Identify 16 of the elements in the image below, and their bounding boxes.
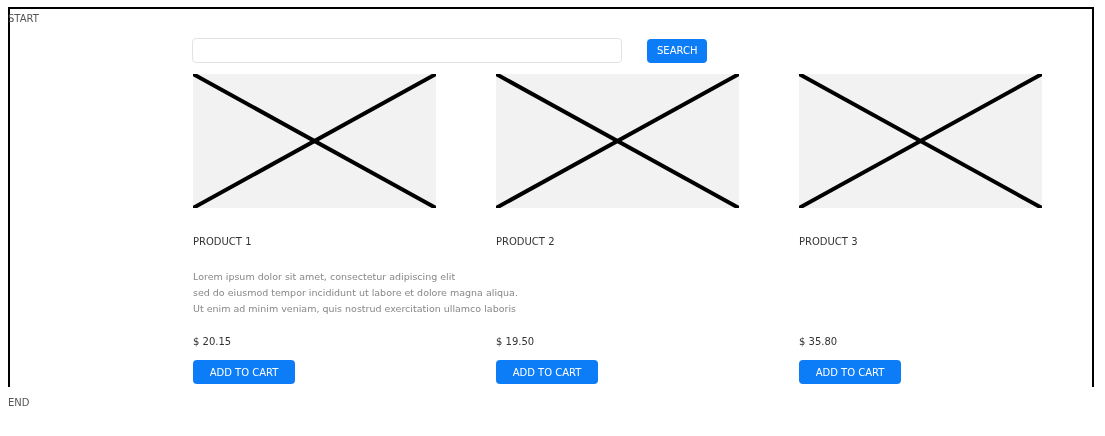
product-name: PRODUCT 2	[496, 235, 555, 249]
product-name: PRODUCT 3	[799, 235, 858, 249]
add-to-cart-button[interactable]: ADD TO CART	[193, 360, 295, 384]
image-placeholder-icon	[799, 74, 1042, 208]
add-to-cart-button[interactable]: ADD TO CART	[496, 360, 598, 384]
image-placeholder-icon	[193, 74, 436, 208]
search-button[interactable]: SEARCH	[647, 38, 708, 63]
end-label: END	[8, 397, 30, 409]
search-field[interactable]	[192, 38, 622, 63]
product-price: $ 19.50	[496, 335, 535, 349]
product-description: Lorem ipsum dolor sit amet, consectetur adipiscing elit sed do eiusmod tempor incididunt ut labore et dolore magna aliqua. Ut enim ad minim veniam, quis nostrud exercitation ullamco laboris	[193, 270, 518, 316]
product-price: $ 35.80	[799, 335, 838, 349]
product-name: PRODUCT 1	[193, 235, 252, 249]
product-price: $ 20.15	[193, 335, 232, 349]
image-placeholder-icon	[496, 74, 739, 208]
add-to-cart-button[interactable]: ADD TO CART	[799, 360, 901, 384]
